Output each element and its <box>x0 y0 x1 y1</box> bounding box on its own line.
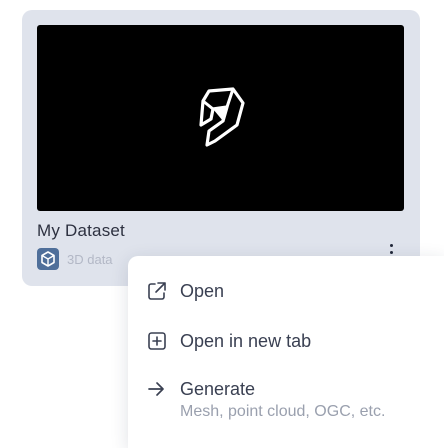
arrow-right-icon <box>148 382 164 396</box>
kebab-dot <box>389 243 393 247</box>
kebab-dot <box>389 250 393 254</box>
menu-item-open-new-tab[interactable]: Open in new tab <box>146 330 311 352</box>
cube-3d-icon <box>37 248 59 270</box>
menu-item-generate-sublabel: Mesh, point cloud, OGC, etc. <box>180 403 386 420</box>
menu-item-generate[interactable]: Generate Mesh, point cloud, OGC, etc. <box>146 378 385 422</box>
dataset-card[interactable]: My Dataset 3D data <box>22 10 420 286</box>
menu-item-generate-label: Generate <box>180 379 256 399</box>
menu-item-open-new-tab-label: Open in new tab <box>180 331 312 351</box>
context-menu: Open Open in new tab Generate Mesh, poin… <box>128 256 444 448</box>
dataset-type-label: 3D data <box>67 251 113 267</box>
menu-item-open-label: Open <box>180 281 225 301</box>
new-tab-icon <box>148 332 166 350</box>
app-root: My Dataset 3D data Open Open in new tab … <box>0 0 444 448</box>
dataset-title: My Dataset <box>37 221 125 240</box>
dataset-thumbnail[interactable] <box>37 25 404 211</box>
menu-item-open[interactable]: Open <box>146 280 224 302</box>
open-external-icon <box>148 282 166 300</box>
dataset-type-row: 3D data <box>37 248 113 270</box>
dataset-logo-icon <box>198 87 245 147</box>
